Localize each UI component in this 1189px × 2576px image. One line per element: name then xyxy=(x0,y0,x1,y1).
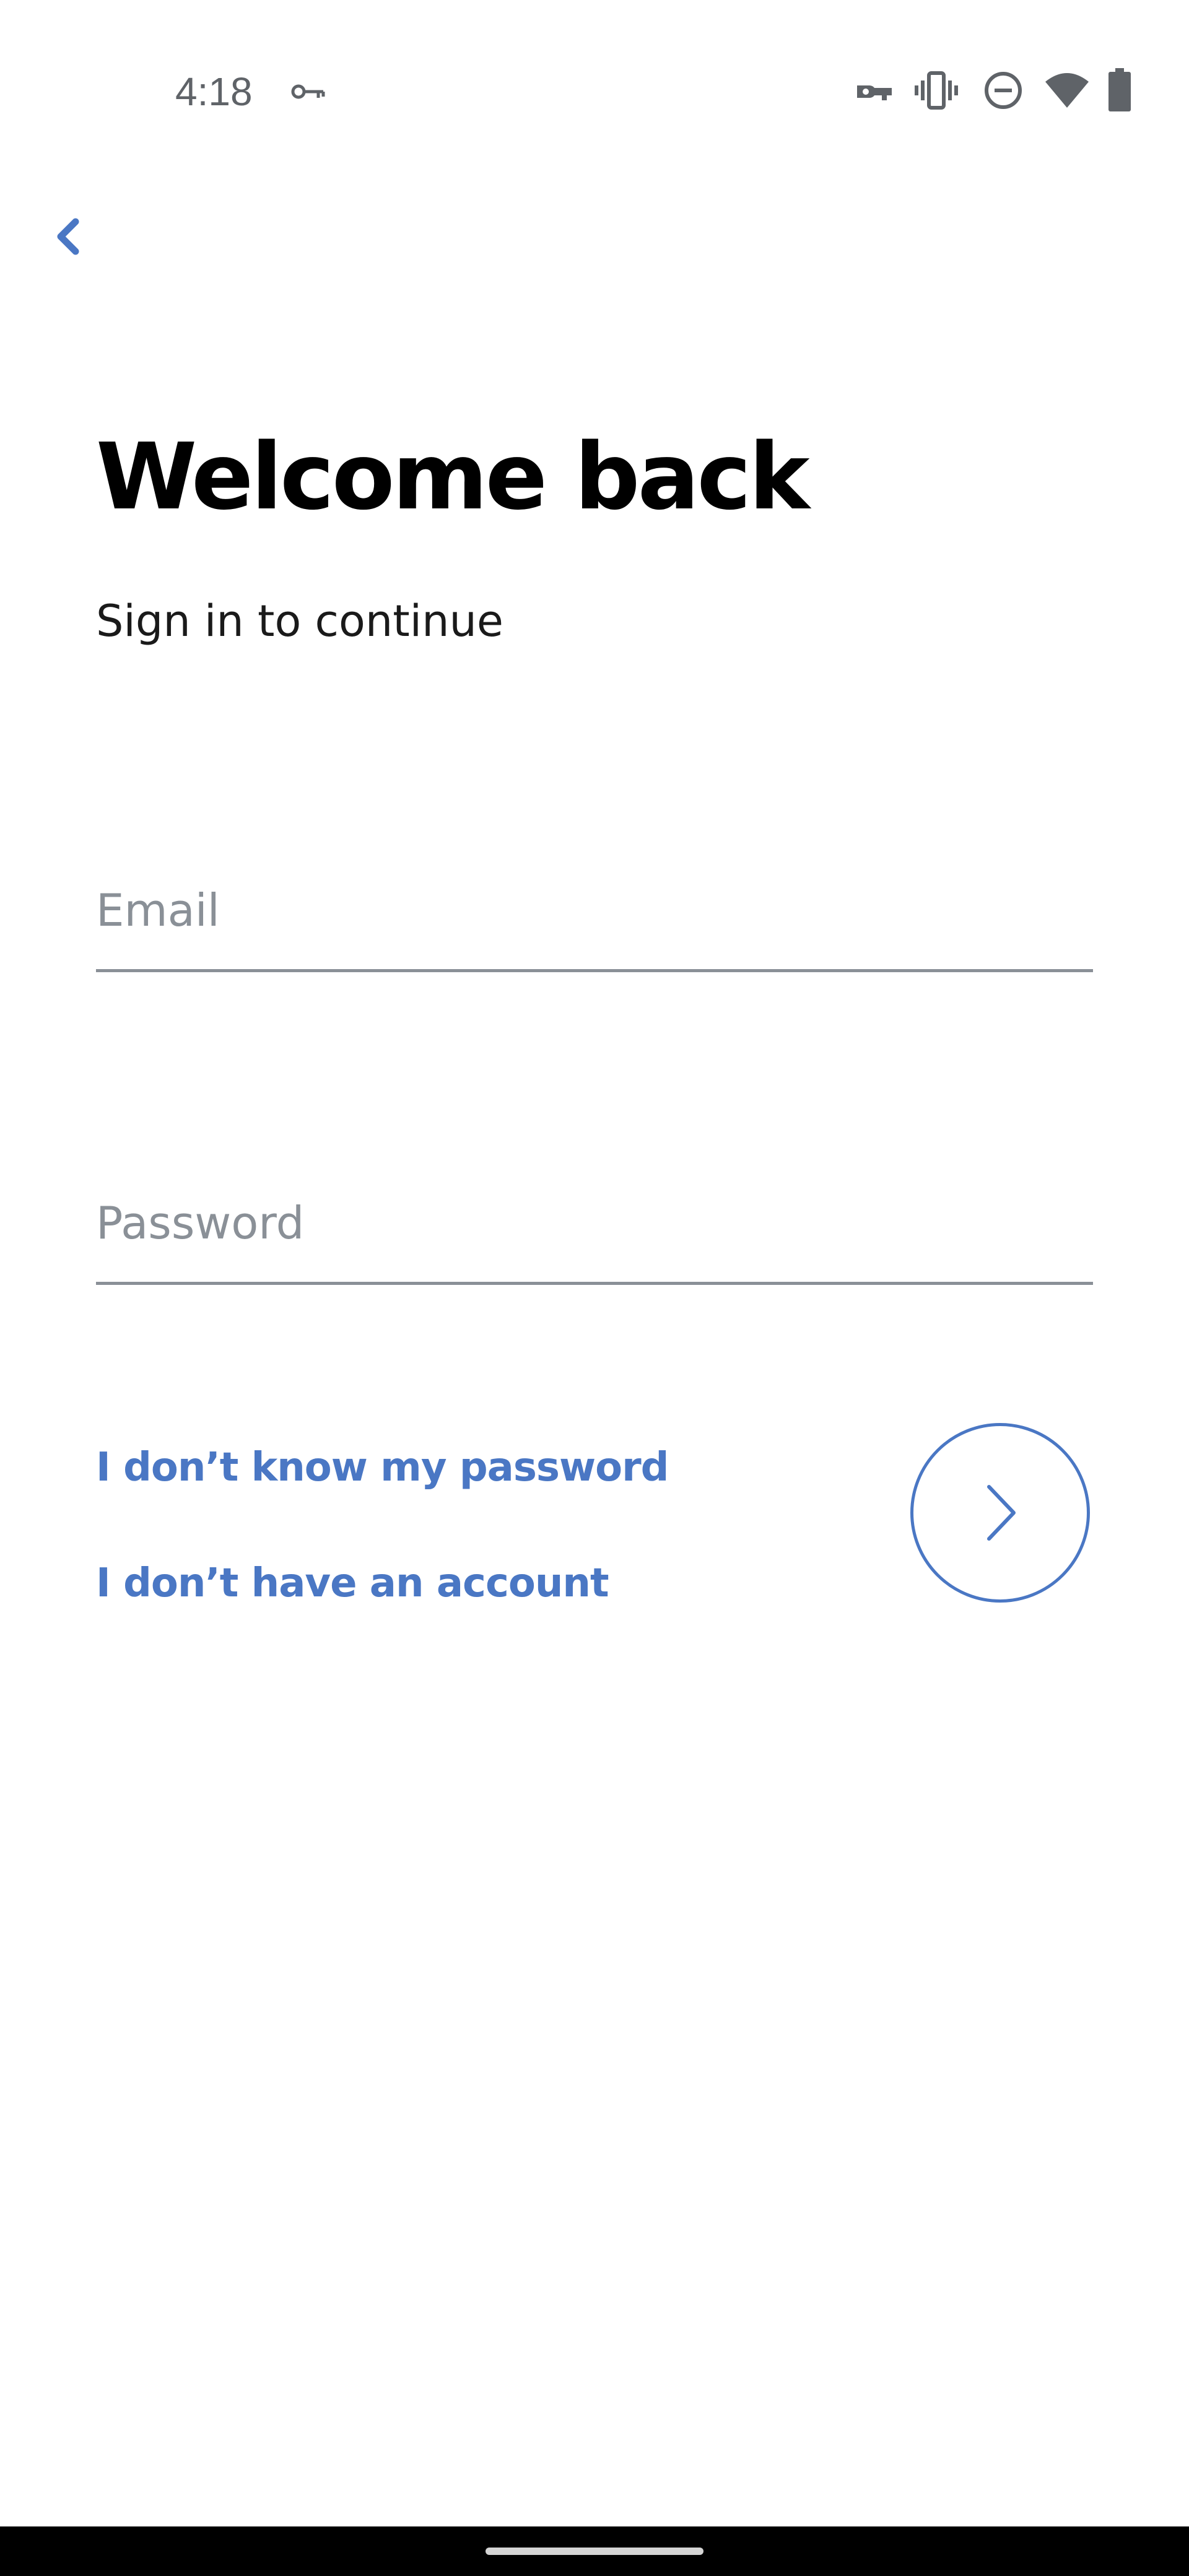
forgot-password-link[interactable]: I don’t know my password xyxy=(96,1440,669,1495)
password-field-container[interactable] xyxy=(96,1170,1093,1285)
do-not-disturb-icon xyxy=(985,72,1022,109)
system-nav-bar xyxy=(0,2526,1189,2576)
vibrate-icon xyxy=(915,71,958,110)
vpn-key-icon xyxy=(857,85,892,100)
email-input[interactable] xyxy=(96,876,1093,944)
submit-button[interactable] xyxy=(910,1423,1090,1603)
wifi-icon xyxy=(1045,73,1089,108)
back-button[interactable] xyxy=(35,198,99,272)
page-subtitle: Sign in to continue xyxy=(96,596,503,646)
home-gesture-handle[interactable] xyxy=(486,2548,703,2555)
page-title: Welcome back xyxy=(96,424,810,530)
chevron-right-icon xyxy=(987,1485,1016,1541)
create-account-link[interactable]: I don’t have an account xyxy=(96,1556,609,1611)
key-icon xyxy=(291,84,325,99)
chevron-left-icon xyxy=(57,218,79,255)
status-time: 4:18 xyxy=(175,69,253,114)
email-field-container[interactable] xyxy=(96,858,1093,972)
password-input[interactable] xyxy=(96,1189,1093,1257)
battery-icon xyxy=(1108,68,1131,111)
